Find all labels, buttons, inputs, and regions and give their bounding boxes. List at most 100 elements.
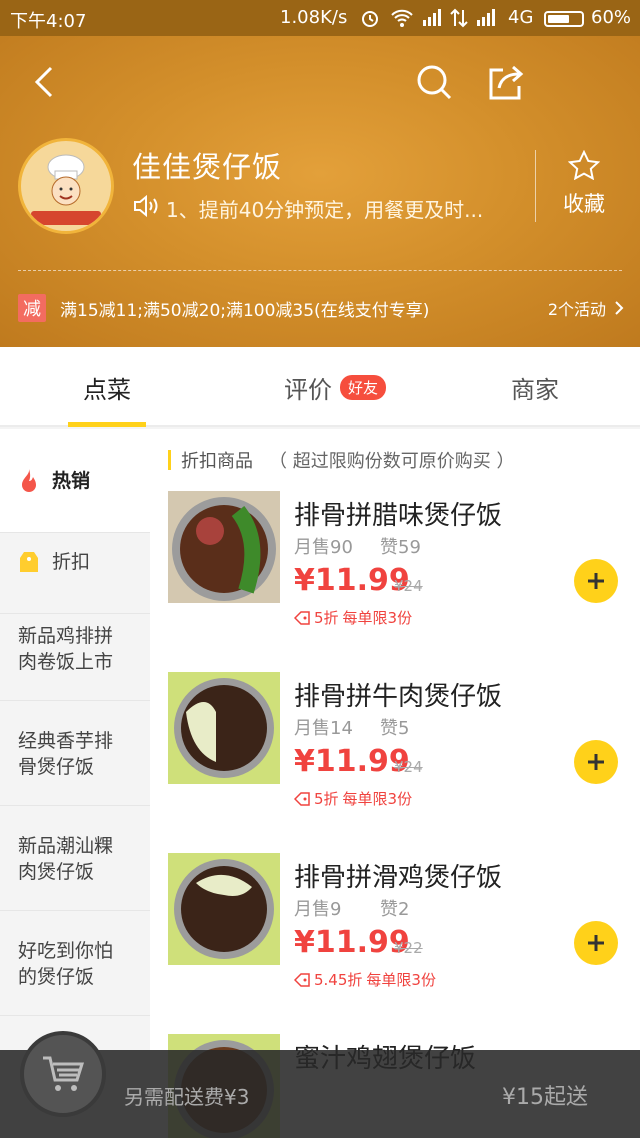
activities-link[interactable]: 2个活动	[548, 296, 624, 320]
status-time: 下午4:07	[10, 11, 87, 32]
sidebar-item-label: 好吃到你怕的煲仔饭	[18, 939, 114, 988]
back-button[interactable]	[28, 60, 62, 104]
monthly-sales: 月售14	[294, 718, 353, 739]
store-logo	[18, 138, 114, 234]
minimum-order: ¥15起送	[502, 1085, 588, 1110]
product-item[interactable]: 排骨拼牛肉煲仔饭 月售14 赞5 ¥11.99 ¥24 5折 每单限3份	[168, 672, 628, 832]
original-price: ¥22	[394, 939, 423, 957]
dashed-divider	[18, 270, 622, 271]
discount-tag-icon	[294, 610, 310, 625]
cart-bar: 另需配送费¥3 ¥15起送	[0, 1031, 640, 1138]
product-list[interactable]: 折扣商品 （ 超过限购份数可原价购买 ） 排骨拼腊味煲仔饭 月售90 赞59 ¥…	[150, 429, 640, 1138]
likes-count: 赞2	[380, 899, 410, 920]
purchase-limit: 每单限3份	[342, 790, 413, 808]
alarm-icon	[360, 8, 380, 33]
original-price: ¥24	[394, 758, 423, 776]
discount-rate: 5折	[314, 609, 339, 627]
share-icon	[489, 65, 524, 100]
plus-icon	[588, 754, 604, 770]
product-price: ¥11.99	[294, 744, 410, 779]
section-accent-bar	[168, 450, 171, 470]
product-item[interactable]: 排骨拼滑鸡煲仔饭 月售9 赞2 ¥11.99 ¥22 5.45折 每单限3份	[168, 853, 628, 1013]
add-to-cart-button[interactable]	[574, 740, 618, 784]
purchase-limit: 每单限3份	[342, 609, 413, 627]
store-notice[interactable]: 1、提前40分钟预定，用餐更及时...	[132, 194, 512, 223]
discount-tag-icon	[294, 791, 310, 806]
search-button[interactable]	[412, 60, 456, 104]
network-speed: 1.08K/s	[280, 7, 348, 28]
original-price: ¥24	[394, 577, 423, 595]
purchase-limit: 每单限3份	[366, 971, 436, 989]
cart-button[interactable]	[20, 1031, 106, 1117]
shopping-cart-icon	[43, 1056, 85, 1091]
battery-level: 60%	[591, 7, 632, 28]
tab-bar: 点菜 评价 好友 商家	[0, 347, 640, 427]
sidebar-item-label: 新品鸡排拼肉卷饭上市	[18, 624, 114, 673]
discount-tag-icon	[294, 972, 310, 987]
star-icon	[567, 149, 601, 184]
plus-icon	[588, 935, 604, 951]
tag-icon	[18, 550, 40, 574]
section-header: 折扣商品 （ 超过限购份数可原价购买 ）	[168, 449, 514, 472]
likes-count: 赞5	[380, 718, 410, 739]
promotion-text: 满15减11;满50减20;满100减35(在线支付专享)	[60, 300, 430, 321]
sidebar-item-claypot[interactable]: 好吃到你怕的煲仔饭	[0, 912, 150, 1016]
product-price: ¥11.99	[294, 925, 410, 960]
likes-count: 赞59	[380, 537, 421, 558]
sidebar-item-label: 折扣	[52, 550, 91, 573]
signal-icon	[422, 8, 444, 31]
friend-badge: 好友	[339, 374, 386, 400]
tab-order[interactable]: 点菜	[40, 347, 174, 427]
tab-reviews-label: 评价	[283, 375, 332, 404]
product-image	[168, 672, 280, 784]
sidebar-item-taro-rib[interactable]: 经典香芋排骨煲仔饭	[0, 702, 150, 806]
discount-info: 5折 每单限3份	[294, 788, 412, 809]
notice-text: 1、提前40分钟预定，用餐更及时...	[166, 198, 484, 222]
tab-order-label: 点菜	[83, 375, 131, 404]
category-sidebar: 热销 折扣 新品鸡排拼肉卷饭上市 经典香芋排骨煲仔饭 新品潮汕粿肉煲仔饭 好吃到…	[0, 429, 150, 1138]
battery-icon	[544, 11, 584, 27]
speaker-icon	[132, 194, 160, 223]
add-to-cart-button[interactable]	[574, 921, 618, 965]
product-name: 排骨拼牛肉煲仔饭	[294, 682, 503, 712]
add-to-cart-button[interactable]	[574, 559, 618, 603]
delivery-fee: 另需配送费¥3	[124, 1085, 250, 1109]
monthly-sales: 月售90	[294, 537, 353, 558]
tab-merchant-label: 商家	[511, 375, 559, 404]
store-header: 下午4:07 1.08K/s 4G 60% 拼单	[0, 0, 640, 347]
chevron-right-icon	[615, 301, 624, 315]
discount-info: 5折 每单限3份	[294, 607, 412, 628]
promotion-row: 减 满15减11;满50减20;满100减35(在线支付专享)	[18, 292, 429, 324]
sidebar-item-new-chicken[interactable]: 新品鸡排拼肉卷饭上市	[0, 597, 150, 701]
tab-merchant[interactable]: 商家	[470, 347, 600, 427]
tab-reviews[interactable]: 评价 好友	[250, 347, 420, 427]
product-image	[168, 853, 280, 965]
wifi-icon	[390, 8, 414, 33]
favorite-button[interactable]: 收藏	[556, 149, 612, 218]
data-transfer-icon	[450, 8, 468, 33]
product-item[interactable]: 排骨拼腊味煲仔饭 月售90 赞59 ¥11.99 ¥24 5折 每单限3份	[168, 491, 628, 651]
activities-count: 2个活动	[547, 300, 606, 319]
divider	[535, 150, 536, 222]
network-type: 4G	[508, 7, 534, 28]
search-icon	[417, 65, 452, 100]
product-name: 排骨拼腊味煲仔饭	[294, 501, 503, 531]
store-name: 佳佳煲仔饭	[132, 150, 283, 184]
sidebar-item-label: 新品潮汕粿肉煲仔饭	[18, 834, 114, 883]
signal-icon-2	[476, 8, 498, 31]
sidebar-item-chaoshan[interactable]: 新品潮汕粿肉煲仔饭	[0, 807, 150, 911]
product-price: ¥11.99	[294, 563, 410, 598]
status-bar: 下午4:07 1.08K/s 4G 60%	[0, 0, 640, 36]
discount-badge: 减	[18, 294, 46, 322]
active-tab-indicator	[68, 422, 146, 427]
product-name: 排骨拼滑鸡煲仔饭	[294, 863, 503, 893]
discount-info: 5.45折 每单限3份	[294, 969, 436, 990]
discount-rate: 5折	[314, 790, 339, 808]
sidebar-item-label: 经典香芋排骨煲仔饭	[18, 729, 114, 778]
product-image	[168, 491, 280, 603]
monthly-sales: 月售9	[294, 899, 342, 920]
favorite-label: 收藏	[563, 192, 605, 216]
plus-icon	[588, 573, 604, 589]
share-button[interactable]	[484, 60, 528, 104]
discount-rate: 5.45折	[314, 971, 363, 989]
